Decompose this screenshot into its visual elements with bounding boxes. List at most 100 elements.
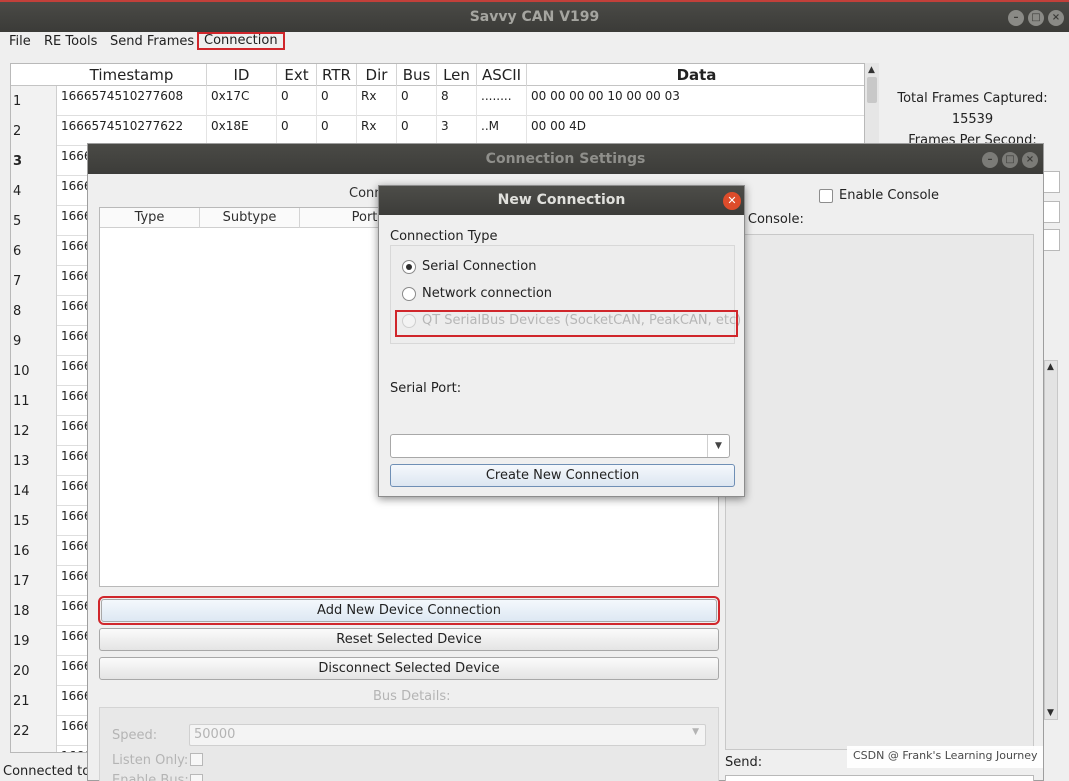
connection-type-label: Connection Type (390, 229, 498, 244)
serial-port-label: Serial Port: (390, 381, 462, 396)
frames-table-header: Timestamp ID Ext RTR Dir Bus Len ASCII D… (11, 64, 864, 86)
menu-connection[interactable]: Connection (197, 32, 285, 50)
row-number: 7 (11, 266, 57, 296)
row-number: 13 (11, 446, 57, 476)
row-number: 22 (11, 716, 57, 746)
col-dir[interactable]: Dir (357, 64, 397, 86)
close-icon[interactable]: × (1048, 10, 1064, 26)
bus-details-label: Bus Details: (373, 689, 451, 704)
cell-bus: 0 (397, 116, 437, 146)
console-scrollbar[interactable]: ▲ ▼ (1044, 360, 1058, 720)
send-label: Send: (725, 755, 763, 770)
window-title: Savvy CAN V199 (469, 9, 600, 25)
cell-dir: Rx (357, 116, 397, 146)
serial-port-select[interactable]: ▼ (390, 434, 730, 458)
col-ext[interactable]: Ext (277, 64, 317, 86)
cell-dir: Rx (357, 86, 397, 116)
bus-details-panel: Speed: 50000 ▼ Listen Only: Enable Bus: (99, 707, 719, 781)
create-new-connection-button[interactable]: Create New Connection (390, 464, 735, 487)
col-id[interactable]: ID (207, 64, 277, 86)
window-controls: – □ × (1008, 10, 1064, 26)
col-rtr[interactable]: RTR (317, 64, 357, 86)
network-connection-radio[interactable] (402, 287, 416, 301)
cell-len: 3 (437, 116, 477, 146)
row-number: 4 (11, 176, 57, 206)
row-number: 10 (11, 356, 57, 386)
cell-len: 8 (437, 86, 477, 116)
speed-select[interactable]: 50000 ▼ (189, 724, 706, 746)
new-connection-title: New Connection (379, 186, 744, 215)
row-number: 8 (11, 296, 57, 326)
add-device-connection-button[interactable]: Add New Device Connection (98, 596, 720, 625)
listen-only-checkbox[interactable] (190, 753, 203, 766)
col-data[interactable]: Data (527, 64, 864, 86)
enable-console-checkbox[interactable] (819, 189, 833, 203)
cell-data: 00 00 4D (527, 116, 864, 146)
row-number: 12 (11, 416, 57, 446)
col-type[interactable]: Type (100, 208, 200, 228)
speed-label: Speed: (112, 728, 158, 743)
device-console-area[interactable] (725, 234, 1034, 750)
scroll-up-icon[interactable]: ▲ (868, 65, 875, 75)
cell-ext: 0 (277, 116, 317, 146)
cs-close-icon[interactable]: × (1022, 152, 1038, 168)
reset-device-button[interactable]: Reset Selected Device (99, 628, 719, 651)
disconnect-device-button[interactable]: Disconnect Selected Device (99, 657, 719, 680)
menu-bar: File RE Tools Send Frames Connection (0, 32, 1069, 53)
row-number: 19 (11, 626, 57, 656)
table-row[interactable]: 2 1666574510277622 0x18E 0 0 Rx 0 3 ..M 00 00 4D (11, 116, 864, 146)
menu-re-tools[interactable]: RE Tools (44, 34, 97, 49)
col-subtype[interactable]: Subtype (200, 208, 300, 228)
menu-file[interactable]: File (9, 34, 31, 49)
col-bus[interactable]: Bus (397, 64, 437, 86)
row-number: 23 (11, 746, 57, 752)
total-frames-label: Total Frames Captured: (897, 91, 1048, 106)
new-connection-dialog: New Connection ✕ Connection Type Serial … (378, 185, 745, 497)
col-len[interactable]: Len (437, 64, 477, 86)
serial-connection-label[interactable]: Serial Connection (422, 259, 536, 274)
cs-window-controls: – □ × (982, 152, 1038, 168)
menu-send-frames[interactable]: Send Frames (110, 34, 194, 49)
row-number: 17 (11, 566, 57, 596)
stats-panel: Total Frames Captured: 15539 Frames Per … (880, 88, 1065, 151)
listen-only-label: Listen Only: (112, 753, 189, 768)
network-connection-label[interactable]: Network connection (422, 286, 552, 301)
cs-maximize-icon[interactable]: □ (1002, 152, 1018, 168)
scroll-thumb[interactable] (867, 77, 877, 103)
row-number: 16 (11, 536, 57, 566)
scroll-up-icon[interactable]: ▲ (1047, 362, 1054, 372)
cell-data: 00 00 00 00 10 00 00 03 (527, 86, 864, 116)
col-timestamp[interactable]: Timestamp (57, 64, 207, 86)
row-number: 18 (11, 596, 57, 626)
enable-bus-checkbox[interactable] (190, 774, 203, 781)
row-number: 1 (11, 86, 57, 116)
cell-id: 0x18E (207, 116, 277, 146)
row-number: 5 (11, 206, 57, 236)
maximize-icon[interactable]: □ (1028, 10, 1044, 26)
speed-value: 50000 (194, 727, 236, 742)
col-ascii[interactable]: ASCII (477, 64, 527, 86)
row-number: 2 (11, 116, 57, 146)
row-number: 14 (11, 476, 57, 506)
table-row[interactable]: 1 1666574510277608 0x17C 0 0 Rx 0 8........ 00 0… (11, 86, 864, 116)
total-frames-value: 15539 (951, 112, 994, 127)
minimize-icon[interactable]: – (1008, 10, 1024, 26)
enable-bus-label: Enable Bus: (112, 773, 189, 781)
cell-id: 0x17C (207, 86, 277, 116)
chevron-down-icon[interactable]: ▼ (707, 435, 729, 457)
scroll-down-icon[interactable]: ▼ (1047, 708, 1054, 718)
cs-minimize-icon[interactable]: – (982, 152, 998, 168)
row-number: 20 (11, 656, 57, 686)
row-number: 15 (11, 506, 57, 536)
row-number: 3 (11, 146, 57, 176)
chevron-down-icon: ▼ (692, 727, 699, 737)
connection-settings-title: Connection Settings (88, 144, 1043, 174)
main-titlebar: Savvy CAN V199 – □ × (0, 0, 1069, 32)
row-number: 6 (11, 236, 57, 266)
close-icon[interactable]: ✕ (723, 192, 741, 210)
cell-timestamp: 1666574510277622 (57, 116, 207, 146)
send-input[interactable] (725, 775, 1034, 781)
serial-connection-radio[interactable] (402, 260, 416, 274)
row-number: 11 (11, 386, 57, 416)
cell-bus: 0 (397, 86, 437, 116)
